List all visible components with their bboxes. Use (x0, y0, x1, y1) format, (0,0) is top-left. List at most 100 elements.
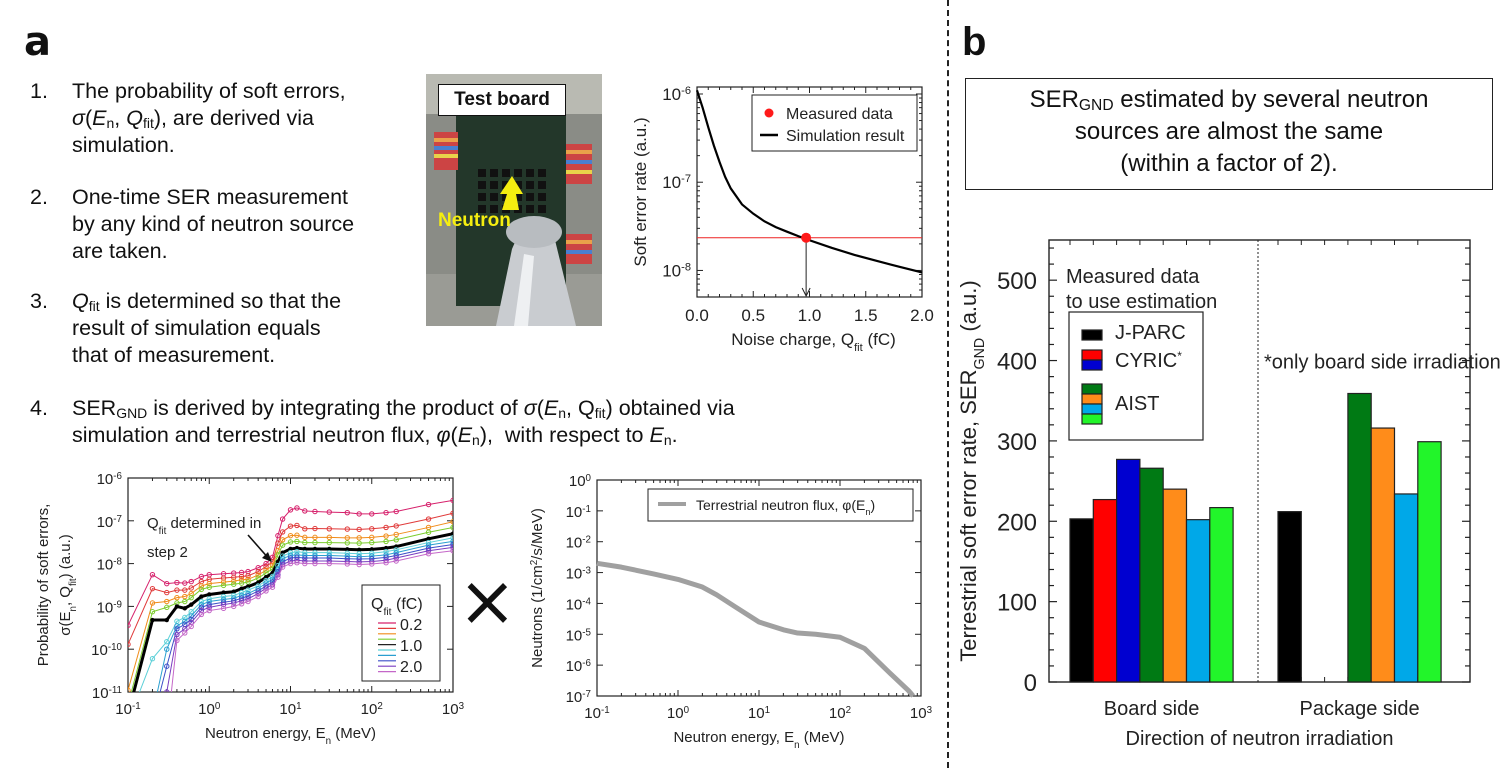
bar-aist-4 (1209, 507, 1234, 683)
test-board-photo: Test board Neutron (426, 74, 602, 326)
x-tick-label: 103 (910, 705, 933, 723)
chart-sigma-vs-energy: 10-1 100 101 102 103 10-11 10-10 10-9 10-8 10-7 10… (35, 471, 465, 747)
measured-data-point (801, 232, 812, 243)
step-2-line-2: by any kind of neutron source (72, 212, 355, 236)
step-text: SERGND is derived by integrating the pro… (72, 395, 735, 449)
bar-aist-1 (1347, 392, 1372, 683)
y-axis-label: Probability of soft errors, σ(En, Qfit) (… (35, 504, 79, 667)
bar-aist-4 (1417, 441, 1442, 683)
legend-label: 2.0 (400, 659, 422, 676)
y-tick-label: 300 (997, 429, 1037, 456)
x-category-label: Board side (1104, 698, 1200, 720)
data-point (126, 733, 130, 737)
data-point (199, 594, 204, 599)
y-tick-label: 10-2 (566, 534, 591, 552)
photo-title: Test board (438, 84, 566, 116)
y-tick-label: 100 (997, 590, 1037, 617)
x-axis-label: Neutron energy, En (MeV) (205, 725, 376, 747)
legend-label-jparc: J-PARC (1115, 322, 1186, 344)
legend-swatch-aist-2 (1081, 393, 1103, 405)
y-axis-label: Neutrons (1/cm2/s/MeV) (529, 508, 547, 668)
step-number: 1. (30, 79, 48, 103)
step-number: 4. (30, 396, 48, 420)
step-3-line-2: result of simulation equals (72, 316, 321, 340)
legend-title-1: Measured data (1066, 266, 1200, 288)
data-point (150, 617, 155, 623)
data-point (174, 604, 180, 609)
bar-aist-2 (1162, 488, 1188, 683)
y-axis-label-text: Neutrons (1/cm2/s/MeV) (529, 508, 547, 668)
step-3-line-3: that of measurement. (72, 343, 276, 367)
neutron-arrow-label: Neutron (438, 210, 511, 231)
bar-cyric-1 (1092, 498, 1118, 683)
y-tick-label: 10-11 (92, 685, 122, 703)
step-number: 3. (30, 289, 48, 313)
y-tick-label: 10-8 (97, 556, 123, 574)
legend-label: Measured data (786, 106, 893, 123)
chart-ser-gnd-bars: 0 100 200 300 400 500 Terrestrial soft error r… (956, 239, 1500, 750)
x-tick-label: 0.0 (685, 306, 709, 325)
y-tick-label: 0 (1024, 670, 1037, 697)
flux-curve (596, 560, 916, 698)
chart-neutron-flux: 10-1 100 101 102 103 10-7 10-6 10-5 10-4 10-3 10-2… (529, 473, 933, 751)
legend-swatch-aist-1 (1081, 383, 1103, 395)
data-point (189, 602, 194, 607)
y-axis-label: Soft error rate (a.u.) (631, 117, 650, 266)
y-axis-label-line1: Probability of soft errors, (35, 504, 52, 667)
x-tick-label: 103 (442, 701, 465, 719)
chart-ser-vs-noise: 0.0 0.5 1.0 1.5 2.0 10-8 10-7 10-6 Noise charge,… (631, 85, 934, 354)
y-tick-label: 10-7 (662, 173, 691, 192)
x-tick-label: 100 (198, 701, 221, 719)
panel-a-label: a (24, 19, 51, 65)
y-axis-label-text: Terrestrial soft error rate, SERGND (a.u… (956, 280, 988, 661)
y-tick-label: 10-5 (566, 627, 592, 645)
step-1-line-3: simulation. (72, 133, 175, 157)
data-point (126, 733, 130, 737)
step-2: 2. One-time SER measurement by any kind … (30, 184, 400, 268)
note-line-3: (within a factor of 2). (1120, 150, 1338, 177)
panel-b-label: b (962, 20, 987, 64)
x-axis-label: Neutron energy, En (MeV) (673, 729, 844, 751)
step-4-line-2: simulation and terrestrial neutron flux,… (72, 423, 678, 448)
data-point (150, 725, 154, 729)
y-tick-label: 10-8 (662, 261, 691, 280)
x-tick-label: 10-1 (115, 701, 140, 719)
y-tick-label: 100 (569, 473, 592, 491)
legend-swatch-jparc (1081, 329, 1103, 341)
legend-label-cyric: CYRIC* (1115, 349, 1182, 372)
y-tick-label: 10-4 (566, 596, 592, 614)
y-tick-label: 400 (997, 349, 1037, 376)
y-axis-label: Terrestrial soft error rate, SERGND (a.u… (956, 280, 988, 661)
data-point (150, 720, 154, 724)
data-point (150, 733, 154, 737)
bar-j-parc (1069, 518, 1094, 683)
x-tick-label: 102 (829, 705, 851, 723)
x-tick-label: 0.5 (741, 306, 765, 325)
bar-aist-3 (1185, 519, 1211, 683)
data-point (126, 733, 130, 737)
legend-swatch-cyric-2 (1081, 359, 1103, 371)
legend-label: 0.2 (400, 617, 422, 634)
x-axis-label: Direction of neutron irradiation (1126, 728, 1394, 750)
y-tick-label: 10-1 (566, 503, 591, 520)
data-point (165, 733, 169, 737)
step-4-line-1: SERGND is derived by integrating the pro… (72, 396, 735, 421)
x-tick-label: 1.0 (798, 306, 822, 325)
y-tick-label: 10-7 (566, 689, 591, 707)
annotation-text-2: step 2 (147, 544, 188, 561)
y-tick-label: 10-6 (662, 85, 691, 104)
legend-swatch-cyric-1 (1081, 349, 1103, 361)
x-category-label: Package side (1300, 698, 1420, 720)
step-2-line-1: One-time SER measurement (72, 185, 349, 209)
x-tick-label: 1.5 (854, 306, 878, 325)
x-tick-label: 10-1 (584, 705, 609, 723)
legend-title-2: to use estimation (1066, 291, 1217, 313)
x-tick-label: 100 (667, 705, 690, 723)
y-tick-label: 10-6 (97, 471, 123, 489)
conclusion-note: SERGND estimated by several neutron sour… (965, 78, 1493, 190)
step-2-line-3: are taken. (72, 239, 168, 263)
y-tick-label: 500 (997, 268, 1037, 295)
step-1-line-2: σ(En, Qfit), are derived via (72, 106, 314, 131)
step-text: One-time SER measurement by any kind of … (72, 184, 354, 265)
y-axis-label-line2: σ(En, Qfit) (a.u.) (57, 534, 79, 636)
